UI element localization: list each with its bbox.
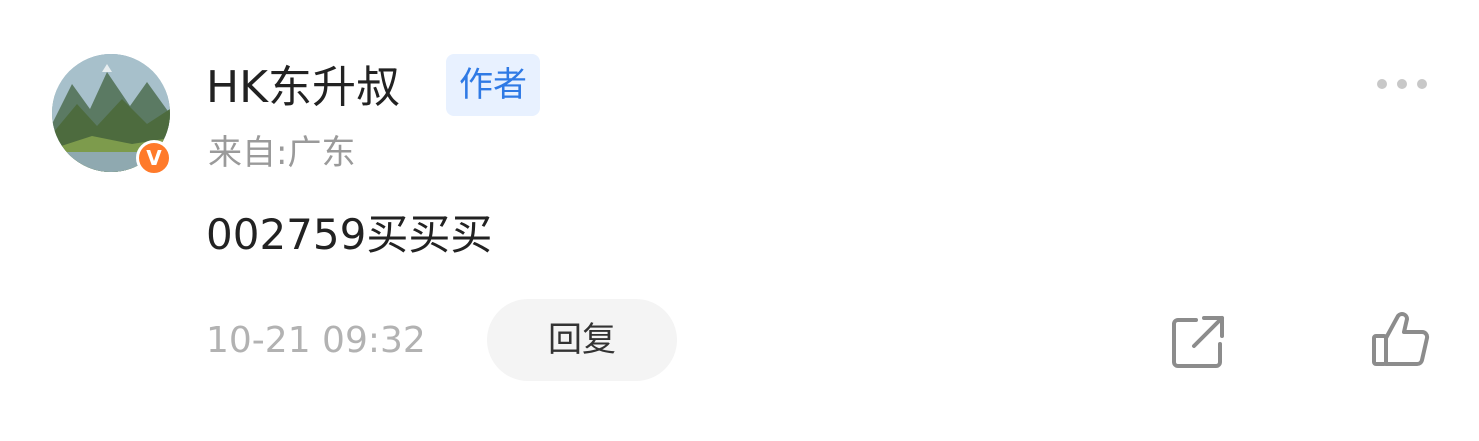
location-label: 来自:广东 [208, 133, 356, 173]
share-icon[interactable] [1168, 312, 1228, 372]
thumbs-up-icon[interactable] [1368, 308, 1432, 372]
reply-button[interactable]: 回复 [487, 299, 677, 381]
comment-text: 002759买买买 [206, 210, 493, 259]
comment-card: V HK东升叔 作者 来自:广东 002759买买买 10-21 09:32 回… [0, 0, 1479, 441]
author-tag: 作者 [446, 54, 540, 116]
verified-badge-icon: V [136, 140, 172, 176]
username[interactable]: HK东升叔 [206, 58, 400, 118]
more-icon[interactable] [1374, 72, 1430, 96]
comment-timestamp: 10-21 09:32 [206, 320, 426, 361]
